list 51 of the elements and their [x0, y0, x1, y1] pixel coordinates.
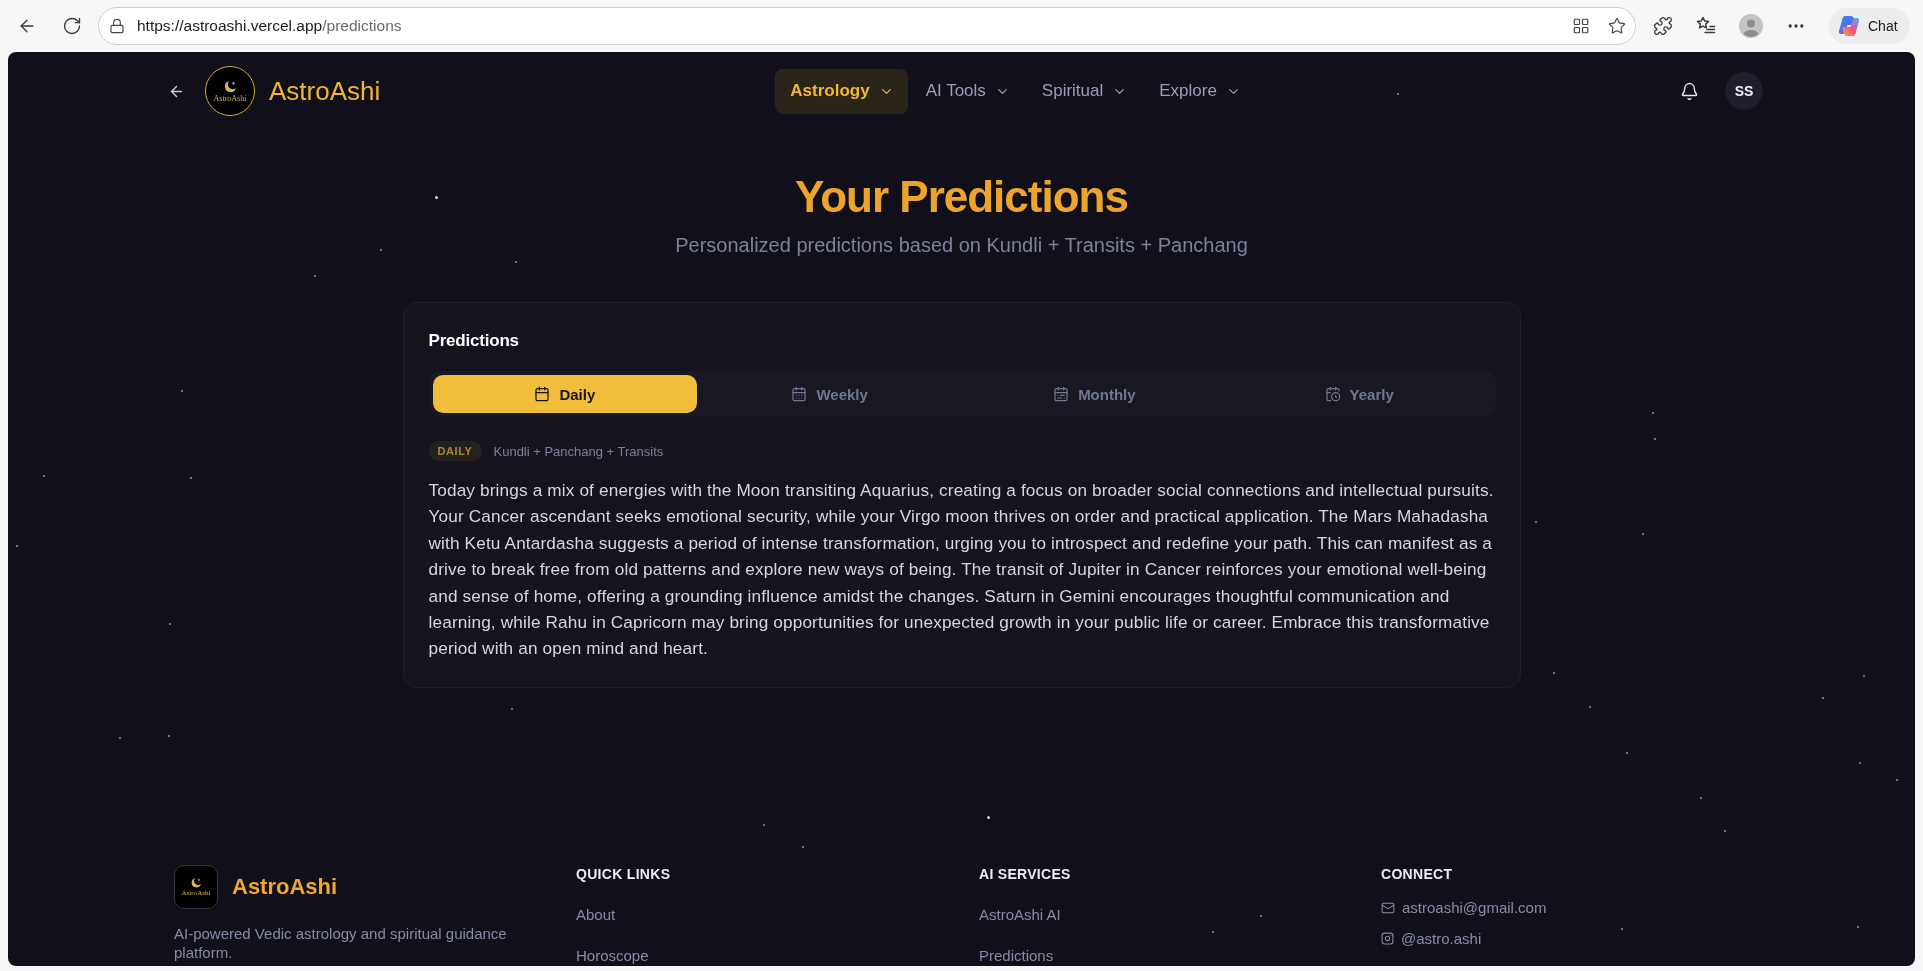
extensions-puzzle-icon[interactable]	[1653, 16, 1673, 36]
nav-menu-button[interactable]: AI Tools	[910, 68, 1024, 114]
reload-icon[interactable]	[62, 16, 82, 36]
calendar-dots-icon	[791, 386, 808, 402]
chat-button[interactable]: Chat	[1829, 8, 1910, 44]
card-title: Predictions	[428, 330, 520, 352]
footer-link[interactable]: Horoscope	[576, 945, 649, 966]
nav-menu-button[interactable]: Astrology	[775, 68, 908, 114]
assistant-logo-icon	[1838, 15, 1860, 37]
period-tab[interactable]: Weekly	[697, 375, 962, 413]
url-text: https://astroashi.vercel.app/predictions	[137, 17, 403, 35]
prediction-text: Today brings a mix of energies with the Moon transiting Aquarius, creating a focus on broader social connections and intellectual pursuits. Your Cancer ascendant seeks emotional security, while your Virgo moon thrives on order and practical application. The Mars Mahadasha with Ketu Antardasha suggests a period of intense transformation, urging you to introspect and redefine your path. This can manifest as a drive to break free from old patterns and explore new ways of being. The transit of Jupiter in Cancer reinforces your emotional well-being and sense of home, offering a grounding influence amidst the changes. Saturn in Gemini encourages thoughtful communication and learning, while Rahu in Capricorn may bring opportunities for unexpected growth in your public life or career. Embrace this transformative period with an open mind and heart.	[428, 479, 1495, 661]
brand-name[interactable]: AstroAshi	[269, 75, 381, 107]
star-dot-icon	[435, 196, 438, 199]
footer-link[interactable]: Predictions	[979, 945, 1054, 966]
user-avatar[interactable]: SS	[1725, 72, 1763, 110]
calendar-icon	[534, 386, 551, 402]
camera-outline-icon	[1381, 932, 1394, 946]
calendar-clock-icon	[1324, 386, 1341, 402]
footer-heading: QUICK LINKS	[576, 864, 671, 883]
footer-description: AI-powered Vedic astrology and spiritual guidance platform.	[174, 923, 508, 962]
page-subtitle: Personalized predictions based on Kundli + Transits + Panchang	[675, 233, 1248, 258]
calendar-range-icon	[1053, 386, 1070, 402]
profile-avatar-icon[interactable]	[1739, 14, 1763, 38]
crescent-star-icon	[223, 79, 237, 94]
footer-link[interactable]: About	[576, 904, 616, 925]
mail-icon	[1381, 900, 1395, 915]
footer-brand-name: AstroAshi	[232, 873, 338, 900]
address-bar[interactable]: https://astroashi.vercel.app/predictions	[98, 7, 1636, 45]
contact-link[interactable]: @astro.ashi	[1401, 928, 1482, 949]
star-icon[interactable]	[1608, 17, 1626, 35]
contact-link[interactable]: astroashi@gmail.com	[1402, 897, 1547, 918]
nav-menu-button[interactable]: Explore	[1144, 68, 1255, 114]
logo-badge[interactable]: AstroAshi	[205, 66, 255, 116]
footer-heading: AI SERVICES	[979, 864, 1071, 883]
crescent-star-icon	[190, 876, 202, 889]
nav-menu-button[interactable]: Spiritual	[1026, 68, 1142, 114]
star-dot-icon	[987, 816, 990, 819]
period-badge: DAILY	[428, 441, 482, 461]
page-title: Your Predictions	[795, 171, 1128, 223]
notification-bell-icon[interactable]	[1680, 81, 1699, 101]
sources-label: Kundli + Panchang + Transits	[493, 443, 664, 459]
lock-icon[interactable]	[109, 18, 125, 34]
favorites-list-icon[interactable]	[1696, 16, 1716, 36]
period-tab[interactable]: Daily	[432, 375, 698, 413]
period-tab[interactable]: Yearly	[1226, 375, 1492, 413]
logo-text: AstroAshi	[213, 94, 247, 103]
app-grid-icon[interactable]	[1572, 17, 1590, 35]
footer-link[interactable]: AstroAshi AI	[979, 904, 1061, 925]
period-tab[interactable]: Monthly	[962, 375, 1227, 413]
footer-heading: CONNECT	[1381, 864, 1453, 883]
